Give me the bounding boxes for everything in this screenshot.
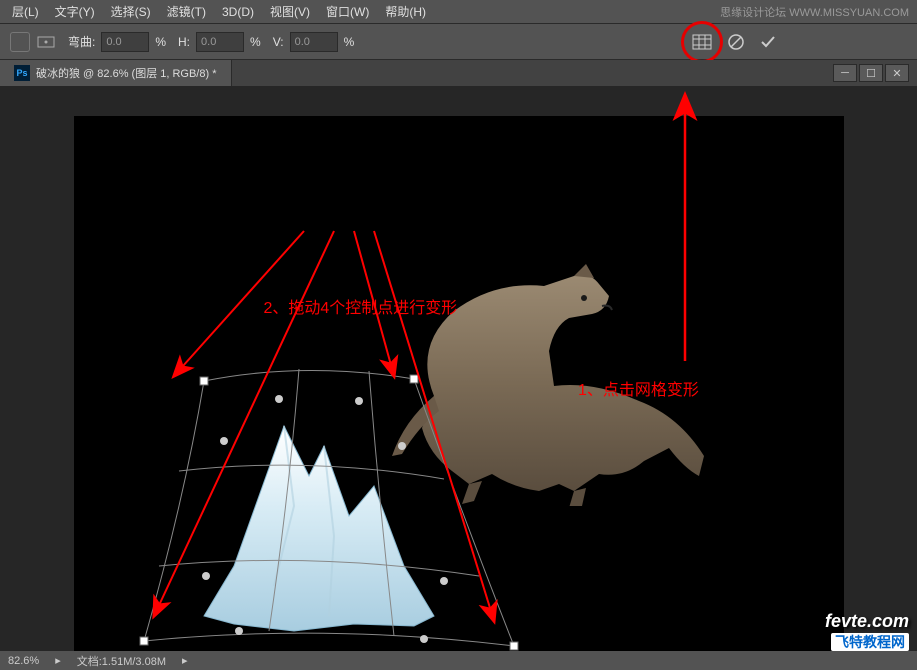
watermark-bottom: fevte.com 飞特教程网: [825, 611, 909, 652]
percent-3: %: [344, 35, 355, 49]
watermark-site: fevte.com: [825, 611, 909, 632]
watermark-cn: 飞特教程网: [831, 633, 909, 651]
commit-transform-button[interactable]: [759, 33, 777, 51]
percent-2: %: [250, 35, 261, 49]
warp-mode-button[interactable]: [691, 33, 713, 51]
h-input[interactable]: [196, 32, 244, 52]
warp-mesh-overlay[interactable]: [134, 351, 554, 651]
tool-preset-icon[interactable]: [10, 32, 30, 52]
zoom-level[interactable]: 82.6%: [8, 655, 39, 667]
minimize-button[interactable]: ─: [833, 64, 857, 82]
status-bar: 82.6% ▸ 文档:1.51M/3.08M ▸: [0, 651, 917, 670]
maximize-button[interactable]: ☐: [859, 64, 883, 82]
menu-help[interactable]: 帮助(H): [377, 0, 434, 23]
cancel-transform-button[interactable]: [727, 33, 745, 51]
divider-icon: ▸: [55, 654, 61, 667]
options-bar: 弯曲: % H: % V: %: [0, 24, 917, 60]
v-input[interactable]: [290, 32, 338, 52]
annotation-2: 2、拖动4个控制点进行变形: [264, 294, 458, 318]
document-tab-bar: Ps 破冰的狼 @ 82.6% (图层 1, RGB/8) * ─ ☐ ✕: [0, 60, 917, 86]
document-tab[interactable]: Ps 破冰的狼 @ 82.6% (图层 1, RGB/8) *: [0, 60, 232, 86]
close-button[interactable]: ✕: [885, 64, 909, 82]
menu-3d[interactable]: 3D(D): [214, 2, 262, 22]
transform-icon[interactable]: [36, 34, 56, 50]
menu-view[interactable]: 视图(V): [262, 0, 318, 23]
watermark-top: 思缘设计论坛 WWW.MISSYUAN.COM: [720, 4, 909, 20]
h-label: H:: [178, 35, 190, 49]
menu-layer[interactable]: 层(L): [4, 0, 47, 23]
bend-label: 弯曲:: [68, 33, 95, 50]
chevron-right-icon[interactable]: ▸: [182, 654, 188, 667]
canvas[interactable]: 2、拖动4个控制点进行变形: [74, 116, 844, 651]
menu-text[interactable]: 文字(Y): [47, 0, 103, 23]
annotation-1: 1、点击网格变形: [578, 376, 699, 400]
annotation-circle: [681, 21, 723, 63]
menu-select[interactable]: 选择(S): [103, 0, 159, 23]
menu-filter[interactable]: 滤镜(T): [159, 0, 214, 23]
menu-bar: 层(L) 文字(Y) 选择(S) 滤镜(T) 3D(D) 视图(V) 窗口(W)…: [0, 0, 917, 24]
v-label: V:: [273, 35, 284, 49]
canvas-area: 2、拖动4个控制点进行变形 1、点击网格变形: [0, 86, 917, 651]
photoshop-icon: Ps: [14, 65, 30, 81]
menu-window[interactable]: 窗口(W): [318, 0, 377, 23]
percent-1: %: [155, 35, 166, 49]
bend-input[interactable]: [101, 32, 149, 52]
document-title: 破冰的狼 @ 82.6% (图层 1, RGB/8) *: [36, 65, 217, 81]
document-size: 文档:1.51M/3.08M: [77, 653, 166, 669]
